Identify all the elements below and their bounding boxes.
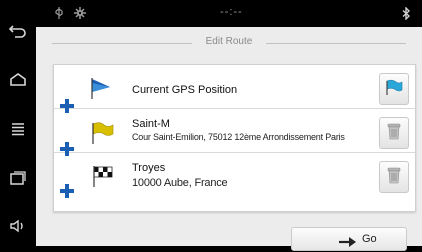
route-point-name: Current GPS Position	[132, 84, 238, 96]
back-icon[interactable]	[0, 14, 36, 50]
plus-icon	[57, 181, 77, 206]
route-point-address: Cour Saint-Emilion, 75012 12ème Arrondis…	[132, 132, 345, 142]
system-nav-bar	[0, 0, 36, 246]
trash-icon	[386, 121, 402, 146]
status-bar: --:--	[36, 0, 422, 27]
title-row: Edit Route	[36, 35, 422, 51]
app-screen: --:-- Edit Route Current GPS Position Sa…	[36, 0, 422, 251]
title-divider-right	[266, 43, 406, 44]
page-title: Edit Route	[205, 36, 253, 47]
status-time: --:--	[220, 6, 243, 18]
plus-icon	[57, 96, 77, 121]
trash-icon	[386, 165, 402, 190]
home-icon[interactable]	[0, 62, 36, 98]
route-point-name: Troyes	[132, 162, 166, 174]
yellow-flag-icon	[88, 119, 116, 147]
gps-flag-icon	[88, 75, 116, 103]
route-point-list: Current GPS Position Saint-M Cour Saint-…	[53, 64, 416, 212]
settings-icon	[74, 7, 86, 22]
plus-icon	[57, 139, 77, 164]
delete-point-button[interactable]	[379, 161, 409, 193]
route-point-address: 10000 Aube, France	[132, 177, 228, 189]
delete-point-button[interactable]	[379, 117, 409, 149]
insert-point-button[interactable]	[53, 179, 81, 207]
go-label: Go	[362, 233, 377, 245]
volume-icon[interactable]	[0, 208, 36, 244]
route-point-name: Saint-M	[132, 118, 170, 130]
checkered-flag-icon	[88, 163, 116, 191]
insert-point-button[interactable]	[53, 137, 81, 165]
arrow-right-icon	[339, 234, 357, 252]
row-divider	[54, 108, 415, 109]
menu-icon[interactable]	[0, 111, 36, 147]
insert-point-button[interactable]	[53, 94, 81, 122]
route-point-row[interactable]: Current GPS Position	[54, 69, 415, 109]
route-point-row[interactable]: Saint-M Cour Saint-Emilion, 75012 12ème …	[54, 113, 415, 153]
row-divider	[54, 152, 415, 153]
route-point-row[interactable]: Troyes 10000 Aube, France	[54, 157, 415, 197]
flag-icon	[384, 77, 404, 102]
go-button[interactable]: Go	[291, 227, 407, 251]
usb-icon	[54, 7, 64, 22]
bluetooth-icon	[401, 6, 411, 23]
recent-apps-icon[interactable]	[0, 160, 36, 196]
set-position-button[interactable]	[379, 73, 409, 105]
